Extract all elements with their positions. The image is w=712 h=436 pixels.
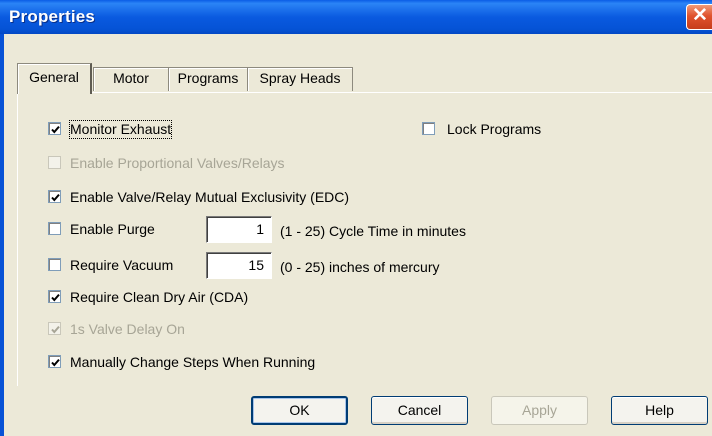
- tab-general[interactable]: General: [17, 63, 92, 94]
- purge-cycle-unit: (1 - 25) Cycle Time in minutes: [280, 223, 466, 239]
- cancel-button[interactable]: Cancel: [371, 396, 468, 425]
- require-cda-checkbox[interactable]: Require Clean Dry Air (CDA): [48, 289, 308, 307]
- valve-delay-checkbox: 1s Valve Delay On: [48, 321, 248, 339]
- help-button[interactable]: Help: [611, 396, 708, 425]
- lock-programs-label: Lock Programs: [447, 121, 542, 137]
- checkbox-box: [48, 355, 61, 368]
- apply-button: Apply: [491, 396, 588, 425]
- monitor-exhaust-label: Monitor Exhaust: [68, 120, 173, 139]
- title-bar[interactable]: Properties ✕: [0, 0, 712, 34]
- properties-dialog: Properties ✕ General Motor Programs Spra…: [0, 0, 712, 436]
- check-icon: [51, 325, 60, 334]
- checkbox-box: [48, 156, 61, 169]
- dialog-title: Properties: [9, 7, 96, 26]
- tab-spray-heads[interactable]: Spray Heads: [247, 67, 353, 91]
- checkbox-box: [48, 258, 61, 271]
- mutual-exclusivity-checkbox[interactable]: Enable Valve/Relay Mutual Exclusivity (E…: [48, 189, 398, 207]
- checkbox-box: [48, 222, 61, 235]
- tab-motor[interactable]: Motor: [93, 67, 169, 91]
- enable-purge-checkbox[interactable]: Enable Purge: [48, 221, 198, 239]
- purge-cycle-input[interactable]: 1: [206, 216, 272, 243]
- enable-proportional-checkbox: Enable Proportional Valves/Relays: [48, 155, 338, 173]
- close-icon: ✕: [692, 5, 708, 26]
- tab-programs[interactable]: Programs: [168, 67, 248, 91]
- checkbox-box: [48, 190, 61, 203]
- enable-proportional-label: Enable Proportional Valves/Relays: [70, 155, 285, 171]
- valve-delay-label: 1s Valve Delay On: [70, 321, 185, 337]
- manual-steps-label: Manually Change Steps When Running: [70, 354, 316, 370]
- require-vacuum-checkbox[interactable]: Require Vacuum: [48, 257, 198, 275]
- check-icon: [51, 358, 60, 367]
- close-button[interactable]: ✕: [686, 4, 712, 30]
- checkbox-box: [48, 122, 61, 135]
- checkbox-box: [48, 290, 61, 303]
- manual-steps-checkbox[interactable]: Manually Change Steps When Running: [48, 354, 368, 372]
- ok-button[interactable]: OK: [251, 396, 348, 425]
- require-cda-label: Require Clean Dry Air (CDA): [70, 289, 249, 305]
- vacuum-input[interactable]: 15: [206, 252, 272, 279]
- require-vacuum-label: Require Vacuum: [70, 257, 174, 273]
- monitor-exhaust-checkbox[interactable]: Monitor Exhaust: [48, 120, 288, 139]
- enable-purge-label: Enable Purge: [70, 221, 155, 237]
- check-icon: [51, 293, 60, 302]
- check-icon: [51, 193, 60, 202]
- checkbox-box: [422, 122, 435, 135]
- window-frame: [0, 34, 4, 436]
- mutual-exclusivity-label: Enable Valve/Relay Mutual Exclusivity (E…: [70, 189, 350, 205]
- checkbox-box: [48, 322, 61, 335]
- lock-programs-checkbox[interactable]: Lock Programs: [422, 121, 582, 139]
- check-icon: [51, 125, 60, 134]
- vacuum-unit: (0 - 25) inches of mercury: [280, 259, 440, 275]
